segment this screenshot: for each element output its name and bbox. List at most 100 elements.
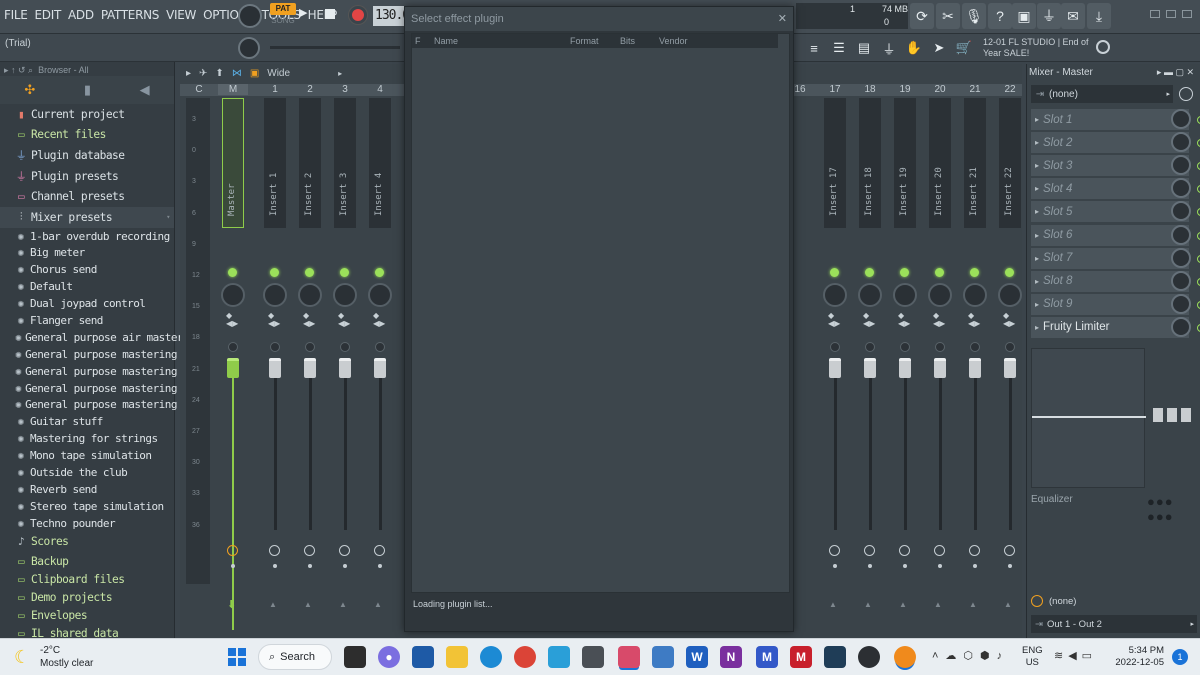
effect-slot[interactable]: ▸ Slot 4	[1031, 178, 1200, 200]
fl-studio-taskbar-icon[interactable]	[894, 646, 916, 668]
pitch-knob[interactable]	[238, 37, 260, 59]
pat-song-toggle[interactable]: PAT SONG	[270, 3, 296, 29]
eq-fader-2[interactable]	[1167, 408, 1177, 422]
menu-file[interactable]: FILE	[4, 8, 28, 22]
volume-fader[interactable]	[829, 358, 841, 378]
stereo-separation-icon[interactable]: ◆ ◀▶	[1003, 312, 1015, 328]
mixer-menu-arrow-icon[interactable]: ▸	[186, 68, 191, 79]
mixer-preset-item[interactable]: ✺ Stereo tape simulation	[0, 498, 174, 515]
clock-icon[interactable]	[829, 545, 840, 556]
mixer-track[interactable]: Insert 18 ◆ ◀▶ ▲	[855, 98, 885, 638]
output-selector[interactable]: ⇥ Out 1 - Out 2 ▸	[1031, 615, 1197, 633]
slot-mix-knob[interactable]	[1171, 132, 1191, 153]
word-icon[interactable]: W	[686, 646, 708, 668]
route-dot[interactable]	[938, 564, 942, 568]
mixer-view-mode[interactable]: Wide	[267, 68, 290, 79]
route-arrow-icon[interactable]: ▲	[374, 600, 382, 609]
mixer-bird-icon[interactable]: ✈	[199, 68, 207, 79]
panel-window-icons[interactable]: ▸ ▬ ▢ ✕	[1157, 67, 1194, 78]
stereo-separation-icon[interactable]: ◆ ◀▶	[898, 312, 910, 328]
teams-chat-icon[interactable]: ●	[378, 646, 400, 668]
track-enable-led[interactable]	[270, 268, 279, 277]
swap-button[interactable]	[865, 342, 875, 352]
eq-fader-3[interactable]	[1181, 408, 1191, 422]
mixer-preset-item[interactable]: ✺ Reverb send	[0, 481, 174, 498]
browser-item-plugin-presets[interactable]: ⏚ Plugin presets	[0, 166, 174, 187]
mixer-view-icon[interactable]: ≡	[803, 37, 825, 59]
wifi-volume-battery-icons[interactable]: ≋◀▭	[1054, 649, 1097, 662]
clock-icon[interactable]	[304, 545, 315, 556]
route-arrow-icon[interactable]: ▲	[864, 600, 872, 609]
eq-faders[interactable]	[1149, 348, 1197, 488]
browser-item-scores[interactable]: ♪ Scores	[0, 532, 174, 553]
slot-mix-knob[interactable]	[1171, 270, 1191, 291]
mixer-preset-item[interactable]: ✺ Guitar stuff	[0, 413, 174, 430]
track-enable-led[interactable]	[305, 268, 314, 277]
stereo-separation-icon[interactable]: ◆ ◀▶	[226, 312, 238, 328]
clock-icon[interactable]	[227, 545, 238, 556]
effect-slot[interactable]: ▸ Slot 6	[1031, 224, 1200, 246]
route-dot[interactable]	[273, 564, 277, 568]
column-name[interactable]: Name	[434, 36, 458, 46]
mixer-track[interactable]: Insert 21 ◆ ◀▶ ▲	[960, 98, 990, 638]
swap-button[interactable]	[305, 342, 315, 352]
chevron-right-icon[interactable]: ▸	[338, 69, 342, 78]
mixer-preset-item[interactable]: ✺ Default	[0, 278, 174, 295]
slot-mix-knob[interactable]	[1171, 155, 1191, 176]
mixer-view-box-icon[interactable]: ▣	[250, 68, 259, 79]
pan-knob[interactable]	[963, 283, 987, 307]
swap-button[interactable]	[270, 342, 280, 352]
clock-icon[interactable]	[269, 545, 280, 556]
volume-fader[interactable]	[934, 358, 946, 378]
mixer-preset-item[interactable]: ✺ Flanger send	[0, 312, 174, 329]
globe-icon[interactable]	[1096, 40, 1110, 54]
pan-knob[interactable]	[221, 283, 245, 307]
stereo-separation-icon[interactable]: ◆ ◀▶	[863, 312, 875, 328]
effect-slot-fruity-limiter[interactable]: ▸ Fruity Limiter	[1031, 316, 1200, 338]
app-dots-icon[interactable]	[824, 646, 846, 668]
swap-button[interactable]	[830, 342, 840, 352]
slot-mix-knob[interactable]	[1171, 316, 1191, 337]
slot-mix-knob[interactable]	[1171, 178, 1191, 199]
mixer-preset-item[interactable]: ✺ Mastering for strings	[0, 430, 174, 447]
mixer-track[interactable]: Insert 4 ◆ ◀▶ ▲	[365, 98, 395, 638]
browser-item-mixer-presets[interactable]: ⫶ Mixer presets ▾	[0, 206, 174, 228]
scissors-icon[interactable]: ✂	[936, 3, 960, 29]
effect-slot[interactable]: ▸ Slot 7	[1031, 247, 1200, 269]
track-enable-led[interactable]	[228, 268, 237, 277]
obs-icon[interactable]	[858, 646, 880, 668]
browser-item-backup[interactable]: ▭ Backup	[0, 552, 174, 570]
minimize-button[interactable]	[1150, 10, 1160, 18]
language-indicator[interactable]: ENG US	[1022, 645, 1043, 669]
task-view-icon[interactable]	[344, 646, 366, 668]
close-icon[interactable]: ✕	[778, 12, 787, 25]
windows-start-icon[interactable]	[228, 648, 246, 666]
browser-tab-files-icon[interactable]: ▮	[84, 82, 91, 98]
slot-mix-knob[interactable]	[1171, 247, 1191, 268]
clock-icon[interactable]	[1179, 87, 1193, 101]
save-icon[interactable]: ▣	[1012, 3, 1036, 29]
mixer-track[interactable]: Insert 22 ◆ ◀▶ ▲	[995, 98, 1025, 638]
volume-fader[interactable]	[899, 358, 911, 378]
mixer-preset-item[interactable]: ✺ General purpose mastering 2	[0, 346, 190, 363]
mixer-link-icon[interactable]: ⋈	[232, 68, 242, 79]
close-button[interactable]	[1182, 10, 1192, 18]
route-dot[interactable]	[343, 564, 347, 568]
cart-icon[interactable]: 🛒	[953, 37, 975, 59]
track-enable-led[interactable]	[830, 268, 839, 277]
route-arrow-icon[interactable]: ▲	[934, 600, 942, 609]
mixer-preset-item[interactable]: ✺ General purpose air mastering	[0, 329, 202, 346]
touch-keyboard-icon[interactable]: ✋	[903, 37, 925, 59]
slot-mix-knob[interactable]	[1171, 201, 1191, 222]
playlist-icon[interactable]: ▤	[853, 37, 875, 59]
clock[interactable]: 5:34 PM 2022-12-05	[1114, 645, 1164, 669]
help-icon[interactable]: ?	[988, 3, 1012, 29]
browser-tab-speaker-icon[interactable]: ◀	[140, 82, 150, 98]
mixer-up-icon[interactable]: ⬆	[215, 68, 223, 79]
effect-slot[interactable]: ▸ Slot 8	[1031, 270, 1200, 292]
pan-knob[interactable]	[263, 283, 287, 307]
swap-button[interactable]	[228, 342, 238, 352]
pan-knob[interactable]	[333, 283, 357, 307]
browser-item-envelopes[interactable]: ▭ Envelopes	[0, 606, 174, 624]
news-ticker[interactable]: 12-01 FL STUDIO | End of Year SALE!	[983, 37, 1093, 59]
